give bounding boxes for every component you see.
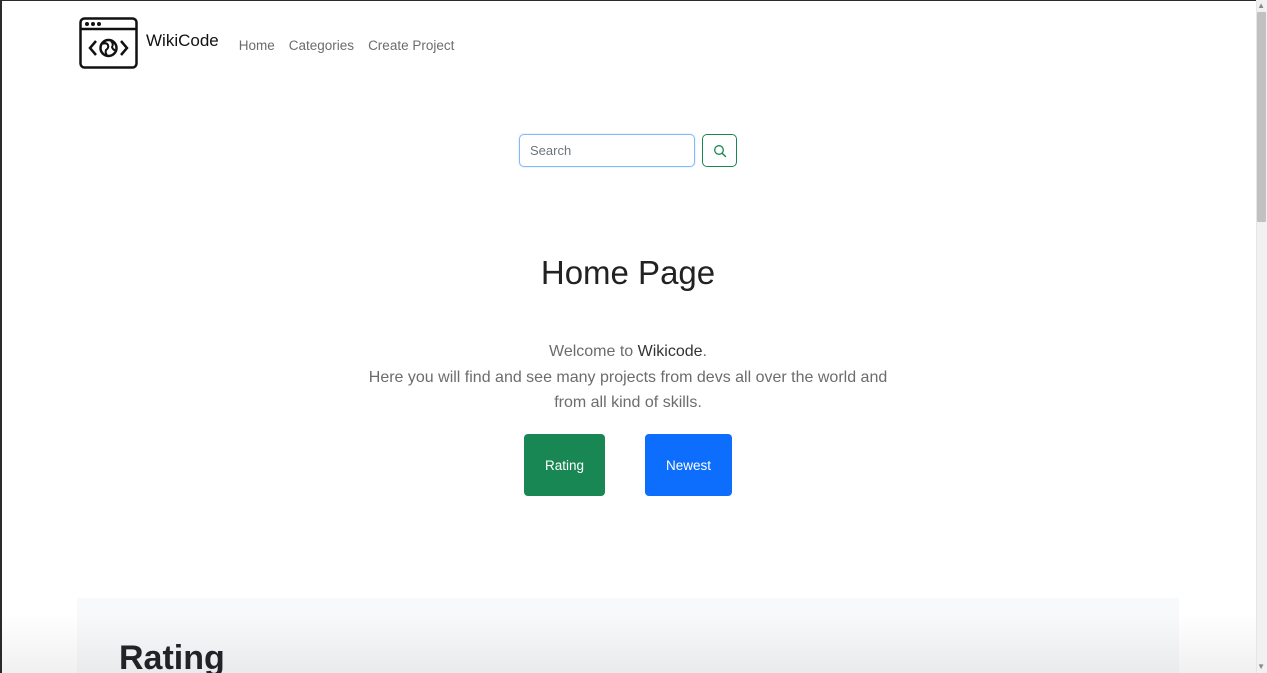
nav-link-categories[interactable]: Categories [289,38,354,53]
rating-button[interactable]: Rating [524,434,605,496]
nav-link-home[interactable]: Home [239,38,275,53]
welcome-site-name: Wikicode [637,343,703,360]
welcome-suffix: . [702,343,707,360]
vertical-scrollbar[interactable]: ▲ ▼ [1256,0,1267,673]
logo-icon[interactable] [79,17,138,69]
scroll-down-icon[interactable]: ▼ [1257,663,1265,671]
welcome-description: Here you will find and see many projects… [368,368,888,412]
brand-name[interactable]: WikiCode [146,31,219,51]
search-form [519,134,737,167]
scrollbar-thumb[interactable] [1257,12,1266,222]
search-icon [713,144,726,157]
search-input[interactable] [519,134,695,167]
navbar: WikiCode Home Categories Create Project [79,17,468,69]
search-button[interactable] [702,134,737,167]
rating-section: Rating [77,598,1179,673]
section-title: Rating [119,639,225,673]
page-title: Home Page [540,254,716,291]
welcome-line: Welcome to Wikicode. [0,339,1256,365]
welcome-prefix: Welcome to [549,343,638,360]
nav-links: Home Categories Create Project [239,38,469,53]
scroll-up-icon[interactable]: ▲ [1257,2,1265,10]
welcome-text: Welcome to Wikicode. Here you will find … [0,339,1256,416]
window-frame [0,0,1267,673]
newest-button[interactable]: Newest [645,434,732,496]
nav-link-create-project[interactable]: Create Project [368,38,454,53]
